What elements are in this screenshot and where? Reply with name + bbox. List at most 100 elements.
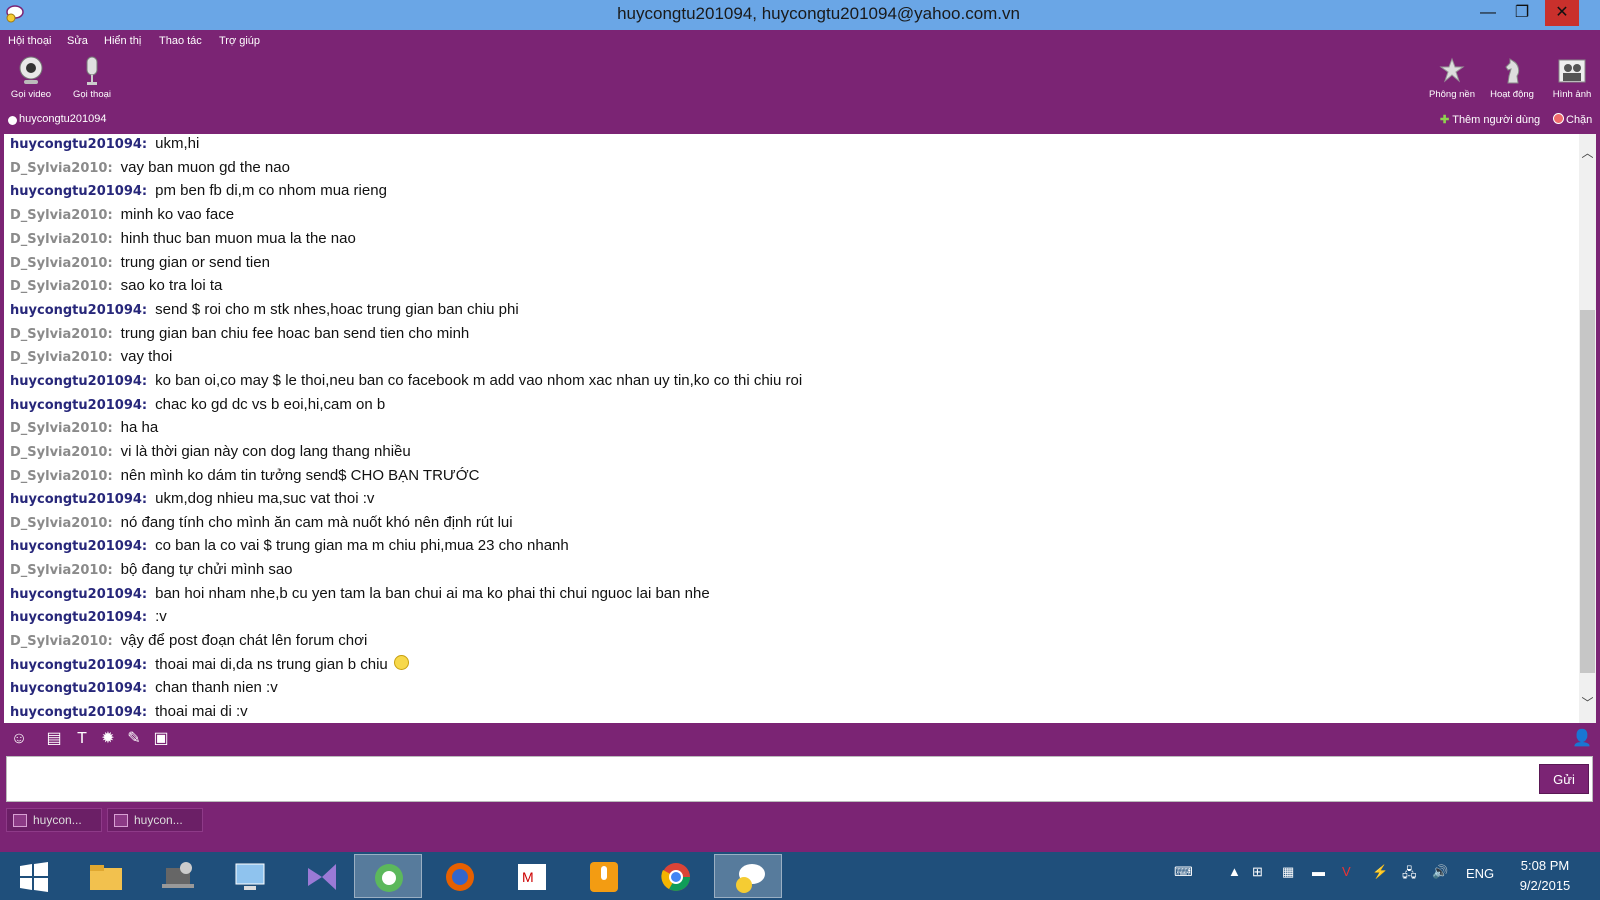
conversation-tab[interactable]: huycon... [6,808,102,832]
activity-label: Hoạt động [1490,89,1534,100]
antivirus-tray-icon[interactable]: V [1342,864,1351,879]
chat-scrollbar[interactable]: ︿ ﹀ [1579,134,1596,723]
network-tray-icon[interactable]: 🖧 [1402,864,1417,886]
chat-message: D_Sylvia2010: vi là thời gian này con dog… [10,443,411,465]
chat-message: D_Sylvia2010: vay thoi [10,348,172,370]
chrome-icon [661,863,690,891]
taskbar-coccoc-browser[interactable] [354,854,422,898]
chat-message: huycongtu201094: ukm,hi [10,135,199,157]
background-label: Phông nền [1429,89,1475,100]
doodle-pen-icon[interactable]: ✎ [124,730,144,748]
notification-tray-icon[interactable]: ▦ [1282,864,1294,880]
message-sender: huycongtu201094: [10,681,148,696]
message-sender: D_Sylvia2010: [10,279,113,294]
windows-tray-icon[interactable]: ⊞ [1252,864,1263,880]
message-text: vay ban muon gd the nao [120,159,290,176]
chat-message: huycongtu201094: pm ben fb di,m co nhom m… [10,182,387,204]
show-hidden-icons-icon[interactable]: ▲ [1228,864,1241,879]
close-button[interactable]: ✕ [1545,0,1579,26]
taskbar-media-app[interactable]: M [498,854,566,898]
message-text: sao ko tra loi ta [120,277,223,294]
message-text: nên mình ko dám tin tưởng send$ CHO BẠN … [120,467,480,484]
taskbar-firefox[interactable] [426,854,494,898]
minimize-button[interactable]: — [1471,0,1505,26]
conversation-tab[interactable]: huycon... [107,808,203,832]
taskbar-yahoo-messenger[interactable] [714,854,782,898]
start-button[interactable] [0,854,68,898]
audibles-icon[interactable]: ▤ [44,730,64,748]
maximize-button[interactable]: ❐ [1505,0,1539,26]
chat-message: huycongtu201094: thoai mai di,da ns trung… [10,655,409,677]
add-user-button[interactable]: ✚ Thêm người dùng [1440,113,1540,126]
touch-keyboard-icon[interactable]: ⌨ [1174,864,1193,880]
message-input[interactable] [6,756,1593,802]
taskbar-remote-desktop[interactable] [216,854,284,898]
contact-info-icon[interactable]: 👤 [1572,730,1592,748]
taskbar-file-explorer[interactable] [72,854,140,898]
plus-icon: ✚ [1440,114,1450,126]
send-button[interactable]: Gửi [1539,764,1589,794]
menu-view[interactable]: Hiển thị [104,35,141,47]
media-app-icon: M [518,864,546,890]
chat-message: huycongtu201094: chan thanh nien :v [10,679,278,701]
message-sender: huycongtu201094: [10,398,148,413]
coccoc-browser-icon [375,864,403,892]
chat-message: huycongtu201094: :v [10,608,167,630]
message-sender: D_Sylvia2010: [10,563,113,578]
chat-message: D_Sylvia2010: sao ko tra loi ta [10,277,222,299]
taskbar-control-panel[interactable] [144,854,212,898]
taskbar-123-app[interactable] [570,854,638,898]
message-text: pm ben fb di,m co nhom mua rieng [155,182,387,199]
video-call-button[interactable]: Gọi video [2,56,60,100]
menu-help[interactable]: Trợ giúp [219,35,260,47]
scroll-down-arrow-icon[interactable]: ﹀ [1579,694,1596,710]
scroll-up-arrow-icon[interactable]: ︿ [1579,144,1596,160]
text-format-icon[interactable]: T [72,730,92,748]
activity-button[interactable]: Hoạt động [1483,56,1541,100]
webcam-icon [19,56,43,84]
firefox-icon [446,863,474,891]
emoticon-picker-icon[interactable]: ☺ [9,730,29,748]
message-sender: huycongtu201094: [10,492,148,507]
picture-button[interactable]: Hình ảnh [1543,56,1600,100]
input-tray-icon[interactable]: ▬ [1312,864,1325,879]
message-text: nó đang tính cho mình ăn cam mà nuốt khó… [120,514,513,531]
block-button[interactable]: Chặn [1553,113,1592,126]
clock-time[interactable]: 5:08 PM [1505,858,1585,873]
message-text: thoai mai di,da ns trung gian b chiu [155,656,388,673]
background-button[interactable]: Phông nền [1423,56,1481,100]
scroll-thumb[interactable] [1580,310,1595,673]
voice-call-button[interactable]: Gọi thoại [63,56,121,100]
folder-icon [90,865,122,890]
conversation-tab-icon [13,814,27,827]
photo-people-icon [1558,59,1586,83]
taskbar-visual-studio[interactable] [288,854,356,898]
windows-taskbar: M ⌨ ▲ ⊞ ▦ ▬ V ⚡ 🖧 🔊 ENG 5:08 PM 9/2/2015 [0,852,1600,900]
status-dot-icon [8,116,17,125]
contact-name[interactable]: huycongtu201094 [19,113,106,125]
volume-tray-icon[interactable]: 🔊 [1432,864,1448,880]
menu-edit[interactable]: Sửa [67,35,88,47]
message-text: hinh thuc ban muon mua la the nao [120,230,356,247]
message-sender: huycongtu201094: [10,610,148,625]
message-sender: D_Sylvia2010: [10,516,113,531]
language-indicator[interactable]: ENG [1466,866,1494,881]
nudge-icon[interactable]: ✹ [98,730,118,748]
taskbar-chrome[interactable] [642,854,710,898]
message-text: vi là thời gian này con dog lang thang n… [120,443,411,460]
clock-date[interactable]: 9/2/2015 [1505,878,1585,893]
menu-actions[interactable]: Thao tác [159,35,202,47]
chat-history[interactable]: huycongtu201094: ukm,hi D_Sylvia2010: vay … [4,134,1579,723]
message-text: :v [155,608,167,625]
window-title: huycongtu201094, huycongtu201094@yahoo.c… [617,4,1020,23]
power-tray-icon[interactable]: ⚡ [1372,864,1388,880]
chat-message: D_Sylvia2010: hinh thuc ban muon mua la t… [10,230,356,252]
menu-conversation[interactable]: Hội thoại [8,35,51,47]
formatting-toolbar: ☺ ▤ T ✹ ✎ ▣ 👤 [0,726,1600,752]
share-photos-icon[interactable]: ▣ [151,730,171,748]
title-bar: huycongtu201094, huycongtu201094@yahoo.c… [0,0,1600,30]
picture-label: Hình ảnh [1552,89,1592,100]
chess-knight-icon [1505,58,1520,84]
message-text: vay thoi [120,348,173,365]
message-sender: D_Sylvia2010: [10,232,113,247]
